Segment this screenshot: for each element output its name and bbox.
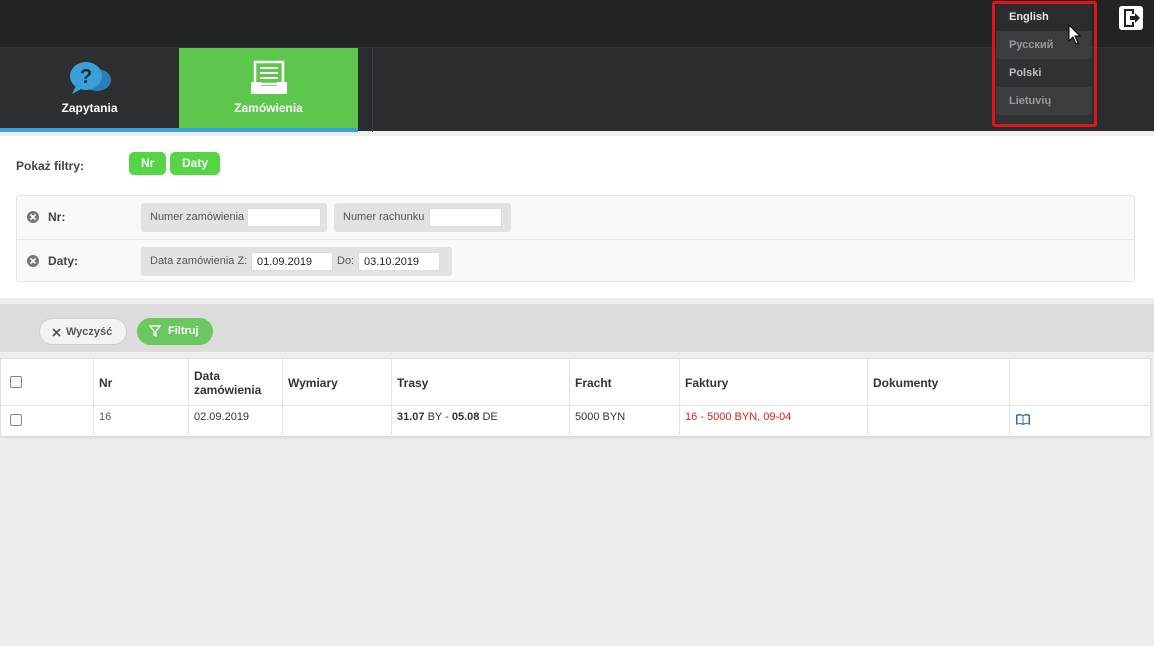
funnel-icon <box>149 325 161 337</box>
date-from-input[interactable] <box>251 252 333 271</box>
show-filters-label: Pokaż filtry: <box>16 159 85 173</box>
filter-button-label: Filtruj <box>168 325 199 337</box>
table-header: Data zamówienia <box>189 359 283 406</box>
table-cell-route: 31.07 BY - 05.08 DE <box>392 406 570 435</box>
table-cell-date: 02.09.2019 <box>189 406 283 435</box>
table-header: Faktury <box>680 359 868 406</box>
table-cell-dimensions <box>283 406 392 435</box>
tab-zamowienia[interactable]: Zamówienia <box>179 48 358 132</box>
nav-divider <box>372 48 373 132</box>
table-cell-documents <box>868 406 1010 435</box>
route-to-date: 05.08 <box>451 411 480 423</box>
table-header: Fracht <box>570 359 680 406</box>
route-separator: - <box>445 411 449 423</box>
svg-text:?: ? <box>79 66 91 88</box>
close-icon <box>52 328 61 337</box>
order-number-group: Numer zamówienia <box>141 203 327 232</box>
select-all-checkbox[interactable] <box>10 376 22 388</box>
main-nav: ? Zapytania Zamówienia <box>0 47 1154 132</box>
table-header: Trasy <box>392 359 570 406</box>
filter-nr-label: Nr: <box>48 210 66 224</box>
logout-icon[interactable] <box>1117 4 1145 32</box>
order-date-group: Data zamówienia Z: Do: <box>141 247 452 276</box>
book-icon[interactable] <box>1015 413 1031 426</box>
order-number-input[interactable] <box>247 208 321 227</box>
table-cell-select <box>1 406 94 435</box>
filter-button[interactable]: Filtruj <box>137 318 213 345</box>
table-cell-freight: 5000 BYN <box>570 406 680 435</box>
invoice-number-input[interactable] <box>429 208 502 227</box>
filter-box: Nr: Numer zamówienia Numer rachunku Daty… <box>16 195 1135 282</box>
highlight-box <box>992 1 1097 127</box>
remove-filter-icon[interactable] <box>27 255 39 267</box>
tab-zapytania[interactable]: ? Zapytania <box>0 48 179 132</box>
filter-pill-nr[interactable]: Nr <box>129 152 167 175</box>
table-cell-nr: 16 <box>94 406 189 435</box>
invoice-number-group: Numer rachunku <box>334 203 511 232</box>
orders-table: Nr Data zamówienia Wymiary Trasy Fracht … <box>0 358 1151 437</box>
clear-button-label: Wyczyść <box>66 326 113 338</box>
date-to-input[interactable] <box>358 252 440 271</box>
mouse-cursor-icon <box>1068 24 1082 45</box>
top-bar <box>0 0 1154 47</box>
table-header: Wymiary <box>283 359 392 406</box>
filter-pill-dates[interactable]: Daty <box>170 152 221 175</box>
filter-row-nr: Nr: Numer zamówienia Numer rachunku <box>17 196 1134 239</box>
table-header: Dokumenty <box>868 359 1010 406</box>
tab-zamowienia-label: Zamówienia <box>234 101 303 115</box>
table-header-select <box>1 359 94 406</box>
route-from-country: BY <box>427 411 443 423</box>
remove-filter-icon[interactable] <box>27 211 39 223</box>
date-from-label: Data zamówienia Z: <box>150 255 248 267</box>
filter-panel: Pokaż filtry: Nr Daty Nr: Numer zamówien… <box>0 136 1154 298</box>
invoice-link[interactable]: 16 - 5000 BYN, 09-04 <box>685 411 791 423</box>
date-to-label: Do: <box>337 255 355 267</box>
filter-row-dates: Daty: Data zamówienia Z: Do: <box>17 239 1134 282</box>
filter-dates-label: Daty: <box>48 254 79 268</box>
table-cell-invoices: 16 - 5000 BYN, 09-04 <box>680 406 868 435</box>
table-cell-actions <box>1010 406 1150 435</box>
orders-tray-icon <box>250 60 287 94</box>
table-header: Nr <box>94 359 189 406</box>
clear-button[interactable]: Wyczyść <box>39 318 127 345</box>
table-header-actions <box>1010 359 1150 406</box>
order-number-label: Numer zamówienia <box>150 211 245 223</box>
route-to-country: DE <box>482 411 498 423</box>
invoice-number-label: Numer rachunku <box>343 211 425 223</box>
tab-zapytania-label: Zapytania <box>61 101 118 115</box>
action-bar: Wyczyść Filtruj <box>0 304 1154 352</box>
question-bubble-icon: ? <box>69 62 111 94</box>
row-checkbox[interactable] <box>10 414 22 426</box>
route-from-date: 31.07 <box>397 411 425 423</box>
